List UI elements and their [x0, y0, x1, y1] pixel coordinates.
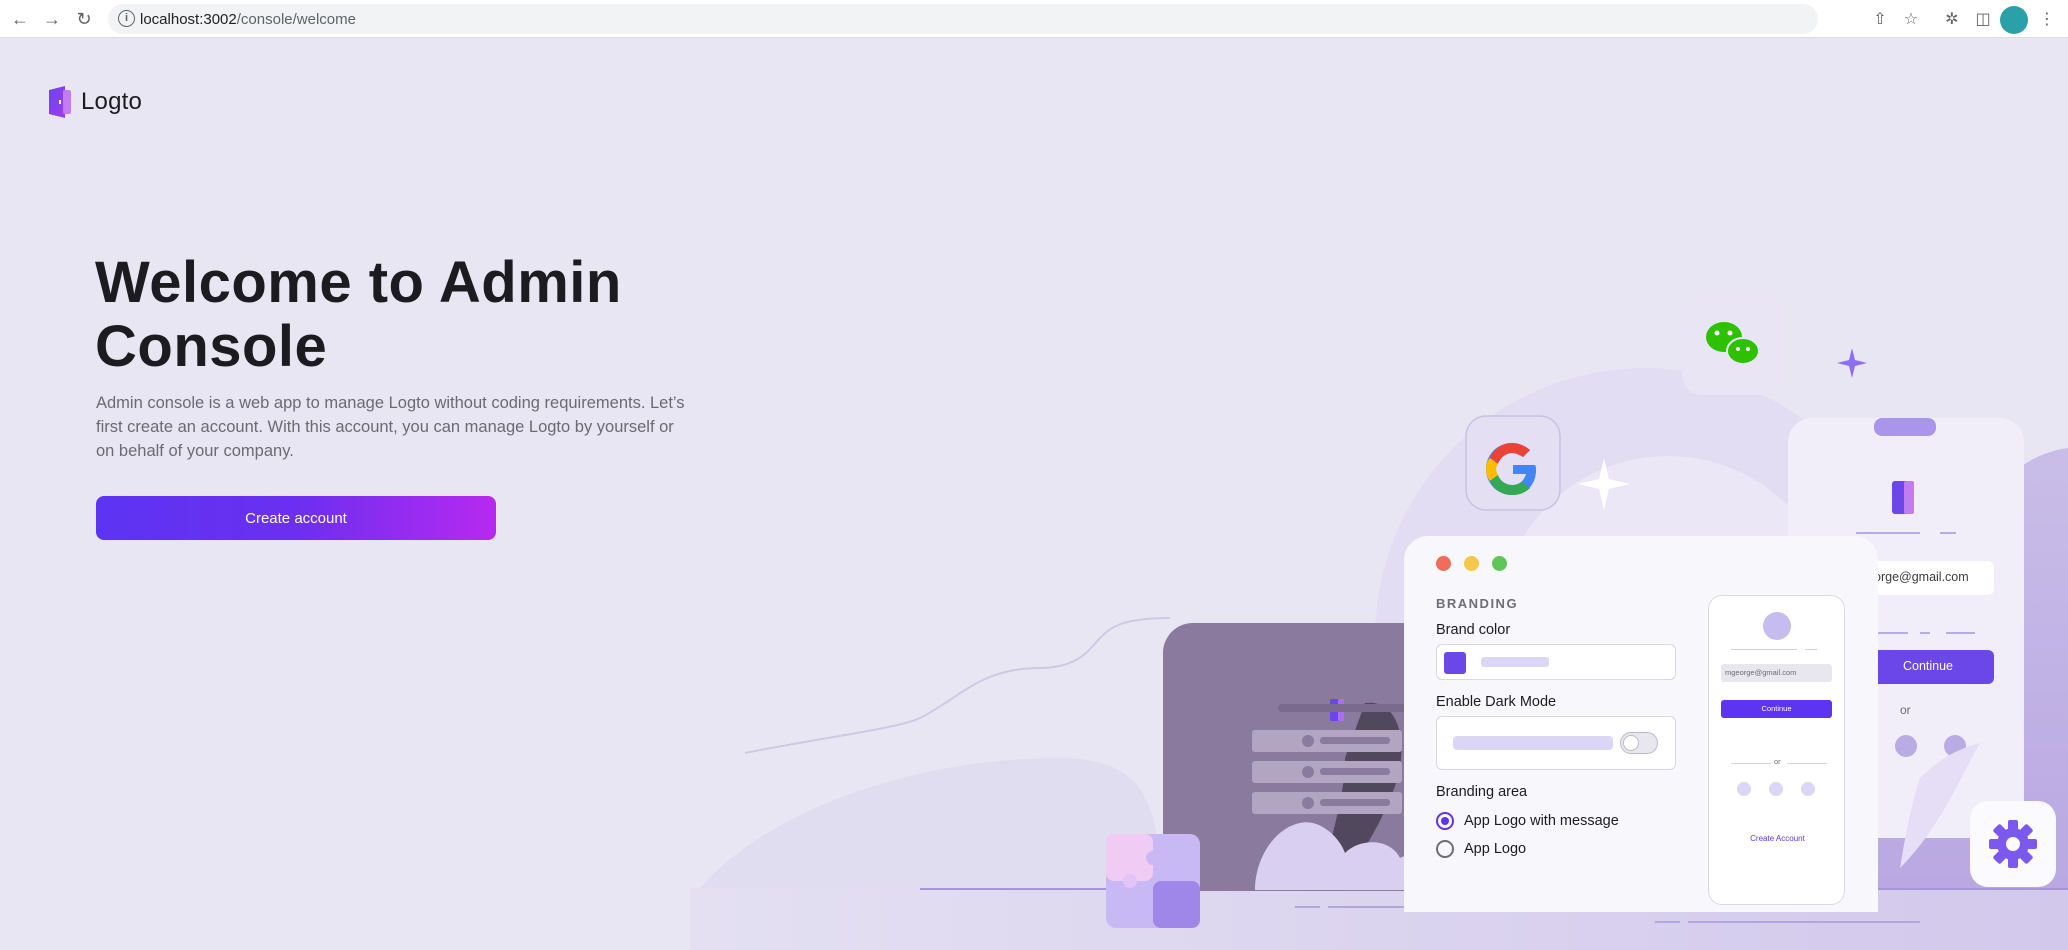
logo-text: Logto	[81, 88, 143, 115]
logto-logo-icon	[49, 86, 71, 118]
url-host: localhost:3002	[140, 11, 237, 28]
phone-continue-text: Continue	[1761, 704, 1792, 713]
phone-avatar	[1763, 612, 1791, 640]
phone-email-text: mgeorge@gmail.com	[1725, 668, 1797, 677]
phone-preview: mgeorge@gmail.com Continue or Create Acc…	[1708, 595, 1845, 905]
url-path: /console/welcome	[236, 11, 356, 28]
window-minimize-dot	[1464, 556, 1479, 571]
dark-mode-field	[1436, 716, 1676, 770]
back-phone-continue: Continue	[1902, 659, 1954, 673]
window-maximize-dot	[1492, 556, 1507, 571]
site-info-icon[interactable]: i	[118, 10, 135, 27]
reload-icon[interactable]: ↻	[72, 7, 96, 31]
share-icon[interactable]: ⇧	[1869, 8, 1891, 30]
radio-unselected-icon	[1436, 840, 1454, 858]
address-bar[interactable]: i localhost:3002/console/welcome	[108, 4, 1818, 34]
menu-icon[interactable]: ⋮	[2036, 8, 2058, 30]
back-phone-or: or	[1900, 703, 1911, 717]
back-phone-email: orge@gmail.com	[1874, 570, 1969, 584]
phone-or-text: or	[1774, 757, 1781, 766]
radio-app-logo: App Logo	[1436, 840, 1526, 858]
window-close-dot	[1436, 556, 1451, 571]
branding-section-label: BRANDING	[1436, 596, 1519, 611]
phone-continue-button: Continue	[1721, 700, 1832, 718]
branding-area-label: Branding area	[1436, 784, 1528, 800]
radio-selected-icon	[1436, 812, 1454, 830]
page-description: Admin console is a web app to manage Log…	[96, 394, 685, 460]
create-account-button[interactable]: Create account	[96, 496, 496, 540]
extensions-icon[interactable]: ✲	[1941, 8, 1963, 30]
phone-create-account-text: Create Account	[1750, 834, 1805, 843]
radio-label: App Logo with message	[1464, 813, 1619, 829]
page-title: Welcome to Admin Console	[95, 250, 622, 379]
logto-logo[interactable]: Logto	[47, 86, 142, 118]
brand-color-field	[1436, 644, 1676, 680]
profile-avatar[interactable]	[2000, 6, 2028, 34]
brand-color-swatch	[1444, 652, 1466, 674]
phone-email-field: mgeorge@gmail.com	[1721, 664, 1832, 682]
radio-app-logo-message: App Logo with message	[1436, 812, 1619, 830]
bookmark-star-icon[interactable]: ☆	[1900, 8, 1922, 30]
url-text[interactable]: localhost:3002/console/welcome	[140, 11, 356, 28]
welcome-page: orge@gmail.com Continue or BRANDING Bran…	[0, 38, 2068, 950]
radio-label: App Logo	[1464, 841, 1527, 857]
dark-mode-label: Enable Dark Mode	[1436, 694, 1557, 710]
back-icon[interactable]: ←	[8, 7, 32, 31]
forward-icon[interactable]: →	[40, 7, 64, 31]
dark-mode-placeholder	[1453, 736, 1613, 750]
dark-mode-toggle	[1620, 732, 1658, 754]
brand-color-placeholder	[1481, 657, 1549, 667]
side-panel-icon[interactable]: ◫	[1972, 8, 1994, 30]
browser-toolbar: ← → ↻ i localhost:3002/console/welcome ⇧…	[0, 0, 2068, 38]
brand-color-label: Brand color	[1436, 622, 1511, 638]
